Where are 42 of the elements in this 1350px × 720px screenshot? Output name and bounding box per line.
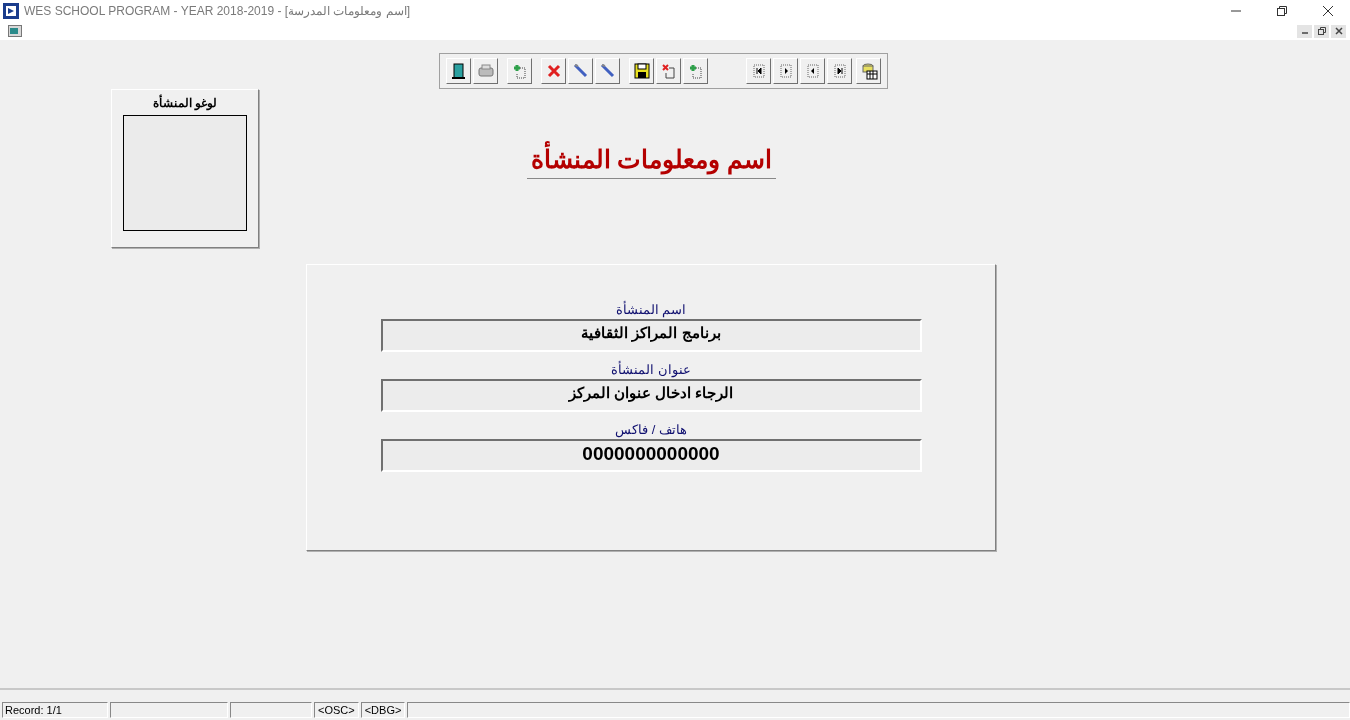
field-label: هاتف / فاكس <box>615 422 687 437</box>
restore-icon <box>1317 27 1326 35</box>
field-label: اسم المنشأة <box>615 302 687 317</box>
save-button[interactable] <box>629 58 654 84</box>
input-field[interactable]: برنامج المراكز الثقافية <box>380 319 922 352</box>
new-button[interactable] <box>683 58 708 84</box>
delete-button[interactable] <box>541 58 566 84</box>
input-field[interactable]: 0000000000000 <box>380 439 922 472</box>
add-button[interactable] <box>507 58 532 84</box>
cancel-record-icon <box>659 62 678 80</box>
pen-icon <box>598 62 617 80</box>
record-counter: Record: 1/1 <box>2 702 108 718</box>
edit-alt-button[interactable] <box>595 58 620 84</box>
close-button[interactable] <box>1331 24 1346 38</box>
first-button[interactable] <box>746 58 771 84</box>
next-button[interactable] <box>773 58 798 84</box>
save-icon <box>632 62 651 80</box>
window-title: WES SCHOOL PROGRAM - YEAR 2018-2019 - [اسم ومعلومات المدرسة] <box>24 4 411 18</box>
door-icon <box>449 62 468 80</box>
last-button[interactable] <box>827 58 852 84</box>
minimize-button[interactable] <box>1297 24 1312 38</box>
prev-button[interactable] <box>800 58 825 84</box>
pen-icon <box>571 62 590 80</box>
restore-icon[interactable] <box>1276 5 1288 17</box>
edit-button[interactable] <box>568 58 593 84</box>
database-button[interactable] <box>856 58 881 84</box>
exit-button[interactable] <box>446 58 471 84</box>
restore-button[interactable] <box>1314 24 1329 38</box>
database-table-icon <box>859 62 878 80</box>
logo-image-box[interactable] <box>123 115 247 231</box>
close-icon[interactable] <box>1322 5 1334 17</box>
cancel-button[interactable] <box>656 58 681 84</box>
print-button[interactable] <box>473 58 498 84</box>
logo-label: لوغو المنشأة <box>152 96 218 110</box>
field-label: عنوان المنشأة <box>611 362 691 377</box>
app-icon <box>3 3 19 19</box>
document-icon[interactable] <box>8 25 22 37</box>
status-flag: <OSC> <box>314 702 359 718</box>
input-field[interactable]: الرجاء ادخال عنوان المركز <box>380 379 922 412</box>
printer-icon <box>476 62 495 80</box>
close-icon <box>1334 27 1343 35</box>
status-flag: <DBG> <box>360 702 406 718</box>
